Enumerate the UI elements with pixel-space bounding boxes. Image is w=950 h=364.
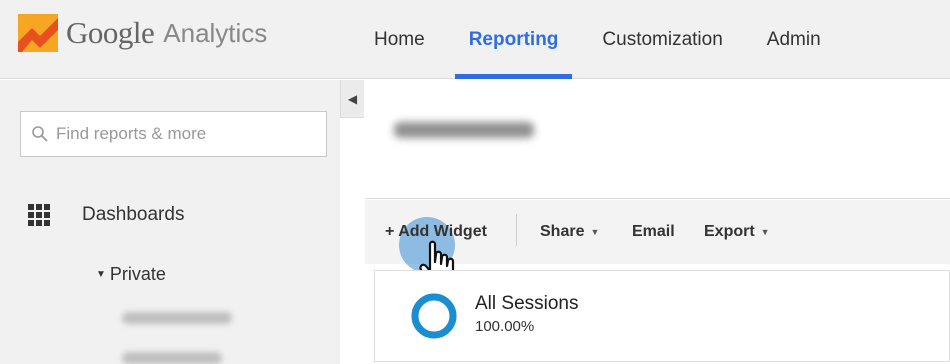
nav-customization[interactable]: Customization: [588, 0, 736, 79]
grid-icon: [28, 204, 50, 226]
blurred-dashboard-item[interactable]: [122, 352, 222, 364]
nav-reporting[interactable]: Reporting: [454, 0, 573, 79]
segment-percent: 100.00%: [475, 318, 535, 335]
segment-name: All Sessions: [475, 293, 579, 314]
segment-donut-chart: [411, 293, 457, 339]
chevron-left-icon: ◀: [347, 91, 358, 106]
dashboard-header: [365, 80, 950, 199]
export-label: Export: [704, 223, 755, 240]
sidebar-item-label: Dashboards: [82, 204, 185, 225]
blurred-dashboard-item[interactable]: [122, 312, 232, 324]
segment-card: [374, 270, 950, 362]
email-button[interactable]: Email: [632, 200, 675, 264]
search-input[interactable]: [56, 124, 316, 144]
collapse-sidebar-button[interactable]: ◀: [340, 80, 364, 118]
export-button[interactable]: Export ▼: [704, 200, 770, 264]
nav-home[interactable]: Home: [360, 0, 439, 79]
share-button[interactable]: Share ▼: [540, 200, 599, 264]
nav-admin[interactable]: Admin: [753, 0, 835, 79]
share-label: Share: [540, 223, 585, 240]
sidebar-item-dashboards[interactable]: Dashboards: [28, 204, 184, 226]
caret-down-icon: ▼: [590, 227, 600, 237]
top-header: Google Analytics Home Reporting Customiz…: [0, 0, 950, 79]
sidebar-item-private[interactable]: ▼ Private: [96, 264, 166, 285]
caret-down-icon: ▼: [760, 227, 770, 237]
logo[interactable]: Google Analytics: [18, 14, 267, 52]
segment-donut-arc: [411, 293, 457, 339]
caret-down-icon: ▼: [96, 269, 106, 280]
main-nav: Home Reporting Customization Admin: [360, 0, 851, 79]
sidebar-item-label: Private: [109, 264, 166, 284]
logo-product: Analytics: [163, 17, 268, 48]
search-box[interactable]: [20, 111, 327, 157]
blurred-dashboard-title: [394, 122, 534, 138]
toolbar-divider: [516, 214, 517, 246]
search-icon: [32, 126, 48, 142]
analytics-logo-icon: [18, 14, 58, 52]
logo-brand: Google: [66, 15, 155, 50]
